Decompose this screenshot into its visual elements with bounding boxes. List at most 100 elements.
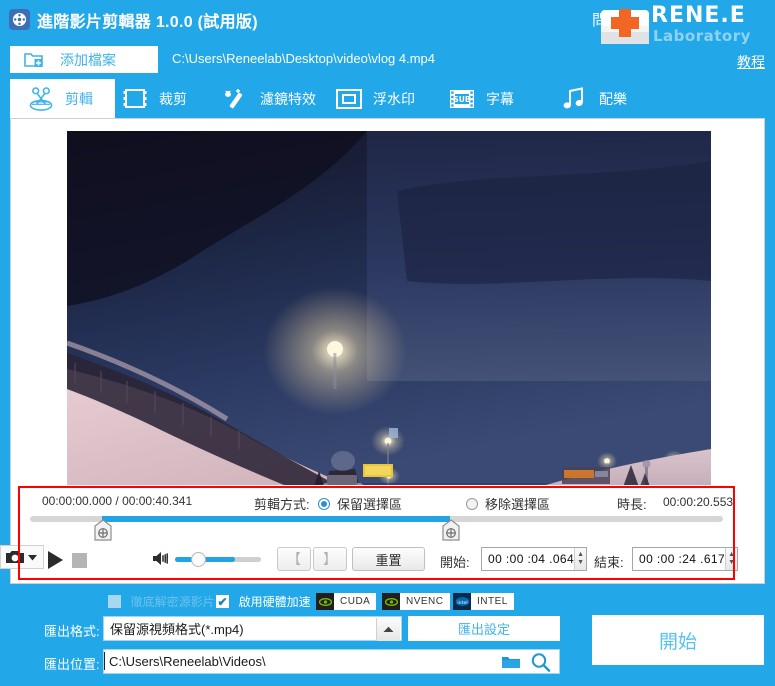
radio-keep-selection-label: 保留選擇區 xyxy=(337,497,403,512)
brand-subtitle: Laboratory xyxy=(653,27,751,45)
nvidia-eye-icon xyxy=(382,593,400,610)
title-bar: 進階影片剪輯器 1.0.0 (試用版) 問 RENE.E Laboratory … xyxy=(0,0,775,70)
accel-nvenc-label: NVENC xyxy=(400,593,450,610)
subtitle-sub-icon: SUB xyxy=(447,85,477,113)
volume-slider-knob[interactable] xyxy=(191,552,206,567)
main-panel xyxy=(10,118,765,584)
start-time-label: 開始: xyxy=(440,555,470,570)
tab-edit[interactable]: 剪輯 xyxy=(10,79,115,119)
accel-cuda[interactable]: CUDA xyxy=(316,593,377,610)
mark-out-button[interactable]: 】 xyxy=(313,547,347,571)
decrypt-checkbox[interactable]: 徹底解密源影片 xyxy=(108,593,215,610)
accel-intel-label: INTEL xyxy=(471,593,514,610)
end-time-value: 00 :00 :24 .617 xyxy=(639,552,726,566)
camera-icon xyxy=(5,549,25,565)
accel-nvenc[interactable]: NVENC xyxy=(382,593,450,610)
tab-music-label: 配樂 xyxy=(599,91,627,107)
text-caret xyxy=(104,652,105,670)
start-time-field[interactable]: 00 :00 :04 .064 ▲ ▼ xyxy=(481,547,587,571)
accel-intel[interactable]: intel INTEL xyxy=(453,593,514,610)
hwaccel-label: 啟用硬體加速 xyxy=(238,595,311,610)
tab-watermark-label: 浮水印 xyxy=(373,91,415,107)
options-row: 徹底解密源影片 ✔ 啟用硬體加速 CUDA NVENC intel INTEL xyxy=(0,590,775,612)
crop-film-icon xyxy=(120,85,150,113)
tab-bar: 剪輯 裁剪 濾鏡特效 浮水印 SUB 字幕 配樂 xyxy=(10,79,765,119)
export-format-label: 匯出格式: xyxy=(44,624,100,639)
start-time-value: 00 :00 :04 .064 xyxy=(488,552,575,566)
trim-handle-start[interactable] xyxy=(94,519,112,541)
tab-crop-label: 裁剪 xyxy=(159,91,187,107)
radio-remove-selection[interactable]: 移除選擇區 xyxy=(466,494,550,513)
decrypt-checkbox-box[interactable] xyxy=(108,595,121,609)
snapshot-button[interactable] xyxy=(0,545,44,569)
reset-button[interactable]: 重置 xyxy=(352,547,425,571)
export-location-value: C:\Users\Reneelab\Videos\ xyxy=(109,654,266,669)
accel-cuda-label: CUDA xyxy=(334,593,377,610)
video-preview[interactable] xyxy=(67,131,711,485)
chevron-down-icon[interactable] xyxy=(28,554,37,561)
export-format-select[interactable]: 保留源視頻格式(*.mp4) xyxy=(103,616,402,641)
nvidia-eye-icon xyxy=(316,593,334,610)
tutorial-link[interactable]: 教程 xyxy=(737,52,765,72)
volume-slider[interactable] xyxy=(175,557,261,562)
caret-up-icon[interactable]: ▲ xyxy=(577,551,584,559)
caret-up-icon[interactable]: ▲ xyxy=(728,551,735,559)
tab-subtitle[interactable]: SUB 字幕 xyxy=(447,79,514,119)
playback-controls: 【 】 重置 開始: 00 :00 :04 .064 ▲ ▼ 結束: 00 :0… xyxy=(0,545,755,579)
tab-edit-label: 剪輯 xyxy=(65,91,93,107)
radio-keep-selection[interactable]: 保留選擇區 xyxy=(318,494,402,513)
tab-subtitle-label: 字幕 xyxy=(486,91,514,107)
export-format-value: 保留源視頻格式(*.mp4) xyxy=(110,622,244,637)
brand-name: RENE.E xyxy=(651,3,746,28)
timeline-track[interactable] xyxy=(30,516,723,522)
film-reel-icon xyxy=(9,9,30,30)
trim-handle-end[interactable] xyxy=(442,519,460,541)
duration-label: 時長: xyxy=(617,497,647,512)
caret-down-icon[interactable]: ▼ xyxy=(577,559,584,567)
tab-watermark[interactable]: 浮水印 xyxy=(334,79,415,119)
trim-mode-label: 剪輯方式: xyxy=(254,497,310,512)
svg-text:intel: intel xyxy=(457,600,467,606)
time-display: 00:00:00.000 / 00:00:40.341 xyxy=(42,494,193,508)
search-icon[interactable] xyxy=(530,652,551,675)
page-title: 進階影片剪輯器 1.0.0 (試用版) xyxy=(37,14,258,31)
tab-filter-effects[interactable]: 濾鏡特效 xyxy=(221,79,316,119)
radio-keep-selection-dot[interactable] xyxy=(318,497,330,510)
hwaccel-checkbox-box[interactable]: ✔ xyxy=(216,594,229,609)
music-note-icon xyxy=(560,85,590,113)
caret-down-icon[interactable]: ▼ xyxy=(728,559,735,567)
export-location-input[interactable]: C:\Users\Reneelab\Videos\ xyxy=(103,649,560,674)
export-location-label: 匯出位置: xyxy=(44,657,100,672)
tab-crop[interactable]: 裁剪 xyxy=(120,79,187,119)
watermark-frame-icon xyxy=(334,85,364,113)
svg-text:SUB: SUB xyxy=(453,95,470,104)
add-file-icon xyxy=(24,51,44,69)
add-file-label: 添加檔案 xyxy=(60,51,116,68)
first-aid-kit-icon xyxy=(597,2,653,51)
play-button[interactable] xyxy=(44,549,66,571)
end-time-spinner[interactable]: ▲ ▼ xyxy=(725,548,737,570)
tab-music[interactable]: 配樂 xyxy=(560,79,627,119)
video-frame xyxy=(67,131,711,485)
caret-up-icon[interactable] xyxy=(376,618,400,641)
start-time-spinner[interactable]: ▲ ▼ xyxy=(574,548,586,570)
stop-button[interactable] xyxy=(72,553,87,568)
hwaccel-checkbox[interactable]: ✔ 啟用硬體加速 xyxy=(216,593,311,610)
timeline-selection-range[interactable] xyxy=(102,516,450,522)
folder-icon[interactable] xyxy=(501,654,521,673)
radio-remove-selection-label: 移除選擇區 xyxy=(485,497,551,512)
end-time-field[interactable]: 00 :00 :24 .617 ▲ ▼ xyxy=(632,547,738,571)
tab-filter-effects-label: 濾鏡特效 xyxy=(260,91,316,107)
check-mark-icon: ✔ xyxy=(217,594,228,609)
intel-logo-icon: intel xyxy=(453,593,471,610)
start-button[interactable]: 開始 xyxy=(592,615,764,665)
speaker-icon[interactable] xyxy=(152,550,170,568)
scissors-icon xyxy=(26,85,56,113)
radio-remove-selection-dot[interactable] xyxy=(466,497,478,510)
brand-logo: RENE.E Laboratory xyxy=(589,2,769,52)
end-time-label: 結束: xyxy=(594,555,624,570)
mark-in-button[interactable]: 【 xyxy=(277,547,311,571)
magic-wand-icon xyxy=(221,85,251,113)
add-file-button[interactable]: 添加檔案 xyxy=(10,46,158,73)
export-settings-button[interactable]: 匯出設定 xyxy=(408,616,560,641)
